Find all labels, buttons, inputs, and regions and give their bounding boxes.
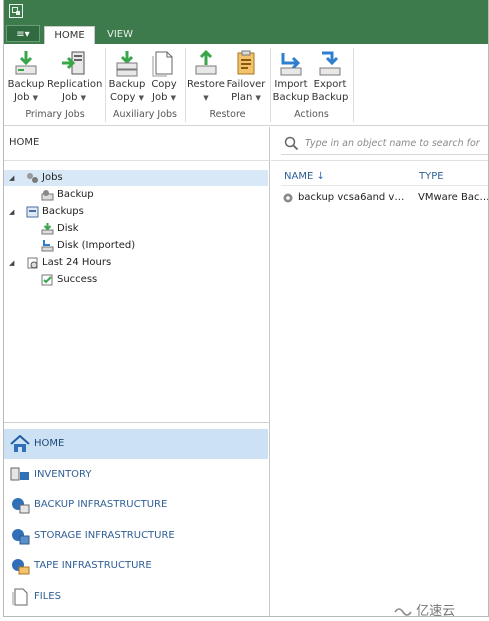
- divider: [4, 160, 269, 161]
- nav-storage-infrastructure[interactable]: STORAGE INFRASTRUCTURE: [4, 521, 268, 551]
- dropdown-caret-icon: ▼: [138, 94, 144, 102]
- backups-icon: [26, 206, 39, 218]
- backup-job-icon: [41, 190, 54, 201]
- ribbon-group-separator: [185, 48, 186, 122]
- import-backup-button[interactable]: Import Backup: [272, 49, 310, 104]
- tree-item-backups[interactable]: ◢ Backups: [4, 204, 268, 220]
- ribbon-group-separator: [105, 48, 106, 122]
- job-type-cell: VMware Back...: [418, 192, 489, 203]
- title-bar: [4, 0, 488, 23]
- collapse-arrow-icon[interactable]: ◢: [9, 204, 14, 220]
- dropdown-caret-icon: ▼: [32, 94, 38, 102]
- group-label-actions: Actions: [294, 109, 329, 120]
- backup-job-gear-icon: [283, 193, 293, 203]
- dropdown-caret-icon: ▼: [80, 94, 86, 102]
- search-box: [281, 133, 488, 155]
- sort-descending-icon: ↓: [316, 171, 325, 182]
- replication-job-button[interactable]: Replication Job ▼: [47, 49, 102, 105]
- ribbon-home: Backup Job ▼ Replication Job ▼ Backup Co…: [4, 44, 488, 126]
- tab-home[interactable]: HOME: [44, 26, 95, 44]
- breadcrumb: HOME: [9, 137, 40, 148]
- content-pane: NAME ↓ TYPE backup vcsa6and vcs... VMwar…: [271, 127, 489, 616]
- dropdown-caret-icon: ▼: [255, 94, 261, 102]
- ribbon-tab-bar: ≡▾ HOME VIEW: [4, 23, 488, 44]
- nav-backup-infrastructure[interactable]: BACKUP INFRASTRUCTURE: [4, 490, 268, 520]
- column-header-name[interactable]: NAME ↓: [284, 171, 325, 182]
- search-input[interactable]: [305, 135, 488, 152]
- collapse-arrow-icon[interactable]: ◢: [9, 170, 14, 186]
- tree-item-jobs[interactable]: ◢ Jobs: [4, 170, 268, 186]
- backup-infrastructure-icon: [12, 498, 30, 514]
- nav-files[interactable]: FILES: [4, 582, 268, 612]
- import-backup-icon: [280, 53, 302, 76]
- divider: [271, 160, 488, 161]
- column-header-type[interactable]: TYPE: [419, 171, 444, 182]
- tree-item-success[interactable]: Success: [4, 272, 268, 288]
- export-backup-icon: [319, 51, 341, 76]
- backup-job-button[interactable]: Backup Job ▼: [7, 49, 45, 105]
- dropdown-caret-icon: ▼: [203, 94, 209, 102]
- backup-job-icon: [15, 51, 37, 75]
- job-name-cell: backup vcsa6and vcs...: [298, 192, 408, 203]
- tape-infrastructure-icon: [12, 559, 30, 575]
- nav-home[interactable]: HOME: [4, 429, 268, 459]
- app-logo-icon: [9, 4, 23, 18]
- copy-job-icon: [152, 51, 173, 77]
- tree-item-last-24-hours[interactable]: ◢ Last 24 Hours: [4, 255, 268, 271]
- restore-icon: [195, 49, 217, 75]
- navigation-pane: HOME ◢ Jobs Backup ◢ Backups Disk Disk (…: [4, 127, 270, 616]
- export-backup-button[interactable]: Export Backup: [311, 49, 349, 104]
- disk-icon: [41, 223, 54, 235]
- group-label-primary-jobs: Primary Jobs: [25, 109, 85, 120]
- success-icon: [41, 274, 53, 286]
- inventory-icon: [10, 467, 29, 481]
- search-icon: [284, 136, 298, 150]
- history-icon: [27, 257, 38, 269]
- divider: [281, 185, 488, 186]
- backup-copy-button[interactable]: Backup Copy ▼: [108, 49, 146, 105]
- watermark: 亿速云: [394, 600, 455, 619]
- copy-job-button[interactable]: Copy Job ▼: [148, 49, 180, 105]
- watermark-logo-icon: [394, 607, 412, 616]
- main-menu-button[interactable]: ≡▾: [6, 25, 40, 42]
- replication-job-icon: [62, 51, 85, 75]
- nav-inventory[interactable]: INVENTORY: [4, 460, 268, 490]
- home-icon: [10, 435, 30, 452]
- disk-imported-icon: [41, 240, 54, 252]
- dropdown-caret-icon: ▼: [170, 94, 176, 102]
- failover-plan-button[interactable]: Failover Plan ▼: [226, 49, 266, 105]
- files-icon: [12, 588, 28, 606]
- divider: [4, 422, 269, 423]
- tree-item-disk[interactable]: Disk: [4, 221, 268, 237]
- collapse-arrow-icon[interactable]: ◢: [9, 255, 14, 271]
- ribbon-group-separator: [270, 48, 271, 122]
- table-row[interactable]: backup vcsa6and vcs... VMware Back...: [281, 190, 489, 206]
- group-label-restore: Restore: [209, 109, 246, 120]
- veeam-window: ≡▾ HOME VIEW Backup Job ▼ Replication Jo…: [3, 0, 489, 617]
- nav-tape-infrastructure[interactable]: TAPE INFRASTRUCTURE: [4, 551, 268, 581]
- gears-icon: [27, 173, 38, 183]
- storage-infrastructure-icon: [12, 529, 30, 545]
- restore-button[interactable]: Restore ▼: [187, 49, 225, 105]
- ribbon-group-separator: [353, 48, 354, 122]
- backup-copy-icon: [116, 51, 138, 77]
- tree-item-backup[interactable]: Backup: [4, 187, 268, 203]
- group-label-auxiliary-jobs: Auxiliary Jobs: [112, 109, 178, 120]
- tree-item-disk-imported[interactable]: Disk (Imported): [4, 238, 268, 254]
- tab-view[interactable]: VIEW: [100, 26, 140, 44]
- failover-plan-icon: [237, 50, 255, 75]
